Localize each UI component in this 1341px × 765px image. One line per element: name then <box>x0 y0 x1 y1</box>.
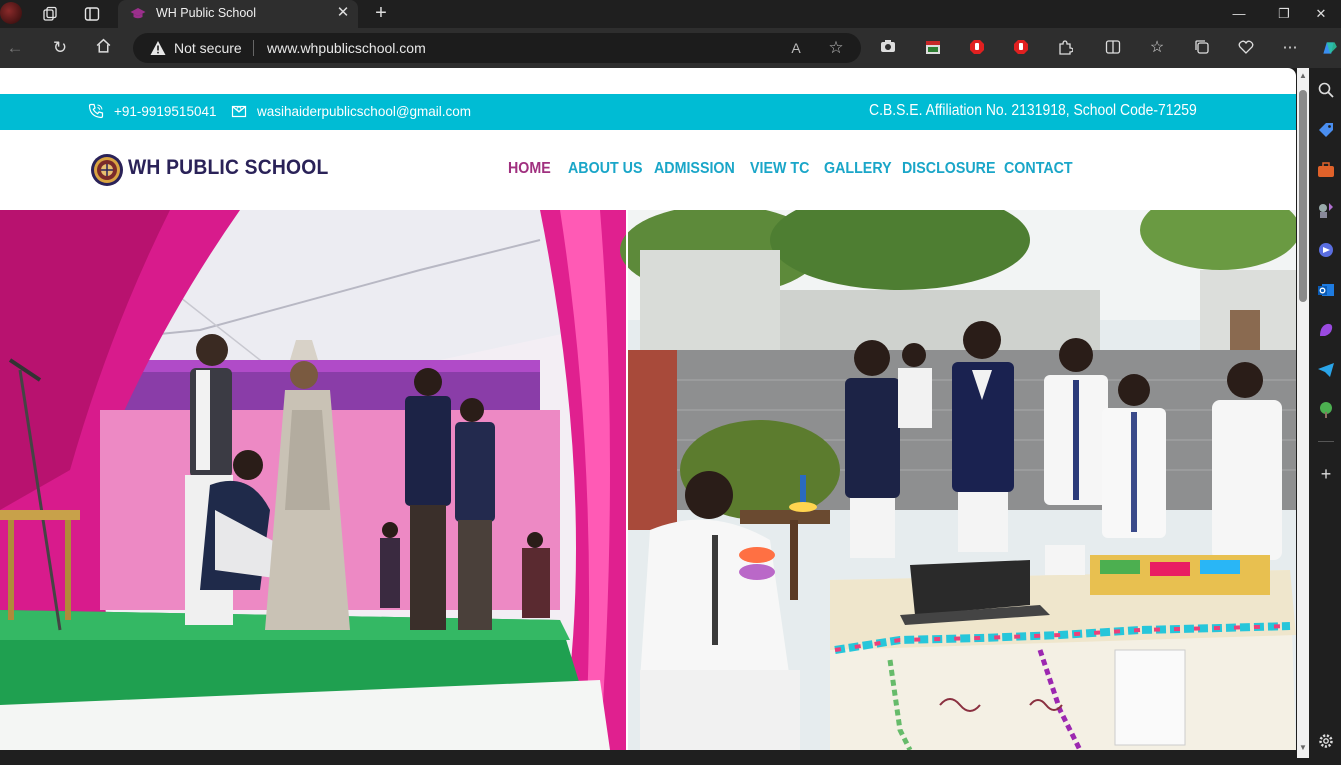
close-window-button[interactable]: ✕ <box>1301 3 1341 25</box>
web-page: +91-9919515041 wasihaiderpublicschool@gm… <box>0 68 1296 750</box>
adblock-icon[interactable] <box>968 39 986 57</box>
warning-icon <box>150 41 166 55</box>
url-text[interactable]: www.whpublicschool.com <box>267 40 426 56</box>
new-tab-button[interactable]: + <box>370 3 392 25</box>
nav-home[interactable]: HOME <box>508 160 551 178</box>
read-aloud-icon[interactable]: A <box>787 39 805 57</box>
profile-avatar[interactable] <box>0 2 22 24</box>
restore-button[interactable]: ❐ <box>1264 3 1304 25</box>
phone-icon <box>88 103 104 119</box>
address-bar[interactable]: Not secure www.whpublicschool.com A ☆ <box>133 33 861 63</box>
hero-photo-collage <box>0 210 1296 750</box>
scroll-down-arrow[interactable]: ▼ <box>1297 742 1309 754</box>
split-screen-icon[interactable] <box>1104 39 1122 57</box>
nav-contact[interactable]: CONTACT <box>1004 160 1073 178</box>
search-icon[interactable] <box>1317 81 1335 99</box>
camera-icon[interactable] <box>879 39 897 57</box>
sidebar-settings-gear-icon[interactable] <box>1317 732 1335 750</box>
tab-wh-public-school[interactable]: WH Public School ✕ <box>118 0 358 28</box>
page-scrollbar[interactable]: ▲ ▼ <box>1297 68 1309 758</box>
sidebar-divider <box>1318 441 1334 442</box>
scroll-up-arrow[interactable]: ▲ <box>1297 70 1309 82</box>
edge-sidebar: + <box>1311 68 1341 765</box>
close-tab-icon[interactable]: ✕ <box>334 4 352 22</box>
scroll-thumb[interactable] <box>1299 90 1307 302</box>
shopping-tag-icon[interactable] <box>1317 121 1335 139</box>
browser-toolbar: ← ↻ Not secure www.whpublicschool.com A … <box>0 28 1341 68</box>
tab-title: WH Public School <box>156 6 257 20</box>
security-status[interactable]: Not secure <box>174 40 242 56</box>
nav-admission[interactable]: ADMISSION <box>654 160 735 178</box>
site-header: WH PUBLIC SCHOOL HOME ABOUT US ADMISSION… <box>0 130 1296 210</box>
extensions-puzzle-icon[interactable] <box>1056 39 1074 57</box>
back-button[interactable]: ← <box>4 37 26 59</box>
minimize-button[interactable]: — <box>1219 3 1259 25</box>
nav-about-us[interactable]: ABOUT US <box>568 160 642 178</box>
refresh-button[interactable]: ↻ <box>49 37 71 59</box>
email-icon <box>231 105 247 118</box>
copilot-icon[interactable] <box>1320 39 1338 57</box>
hero-slider <box>0 210 1296 750</box>
workspaces-icon[interactable] <box>40 5 60 23</box>
browser-tab-bar: WH Public School ✕ + — ❐ ✕ <box>0 0 1341 28</box>
address-separator <box>253 40 254 56</box>
affiliation-info: C.B.S.E. Affiliation No. 2131918, School… <box>869 102 1197 119</box>
tools-briefcase-icon[interactable] <box>1317 161 1335 179</box>
email-address[interactable]: wasihaiderpublicschool@gmail.com <box>257 104 471 119</box>
school-emblem-icon[interactable] <box>90 153 124 187</box>
school-logo-text[interactable]: WH PUBLIC SCHOOL <box>128 156 328 180</box>
contact-info-bar: +91-9919515041 wasihaiderpublicschool@gm… <box>0 94 1296 130</box>
browser-viewport: +91-9919515041 wasihaiderpublicschool@gm… <box>0 68 1311 765</box>
adblock-plus-icon[interactable] <box>1012 39 1030 57</box>
add-sidebar-app-icon[interactable]: + <box>1317 465 1335 483</box>
collections-icon[interactable] <box>1193 39 1211 57</box>
designer-icon[interactable] <box>1317 321 1335 339</box>
copilot-sidebar-icon[interactable] <box>1317 241 1335 259</box>
favorite-star-icon[interactable]: ☆ <box>827 39 845 57</box>
more-options-icon[interactable]: ⋯ <box>1281 39 1299 57</box>
outlook-icon[interactable] <box>1317 281 1335 299</box>
calendar-extension-icon[interactable] <box>924 39 942 57</box>
favorites-icon[interactable]: ☆ <box>1148 39 1166 57</box>
games-icon[interactable] <box>1317 201 1335 219</box>
home-button[interactable] <box>92 37 114 59</box>
nav-view-tc[interactable]: VIEW TC <box>750 160 809 178</box>
browser-essentials-icon[interactable] <box>1237 39 1255 57</box>
vertical-tabs-icon[interactable] <box>82 5 102 23</box>
telegram-icon[interactable] <box>1317 361 1335 379</box>
nav-gallery[interactable]: GALLERY <box>824 160 892 178</box>
graduation-cap-icon <box>130 8 146 19</box>
tree-icon[interactable] <box>1317 401 1335 419</box>
nav-disclosure[interactable]: DISCLOSURE <box>902 160 995 178</box>
phone-number[interactable]: +91-9919515041 <box>114 104 216 119</box>
